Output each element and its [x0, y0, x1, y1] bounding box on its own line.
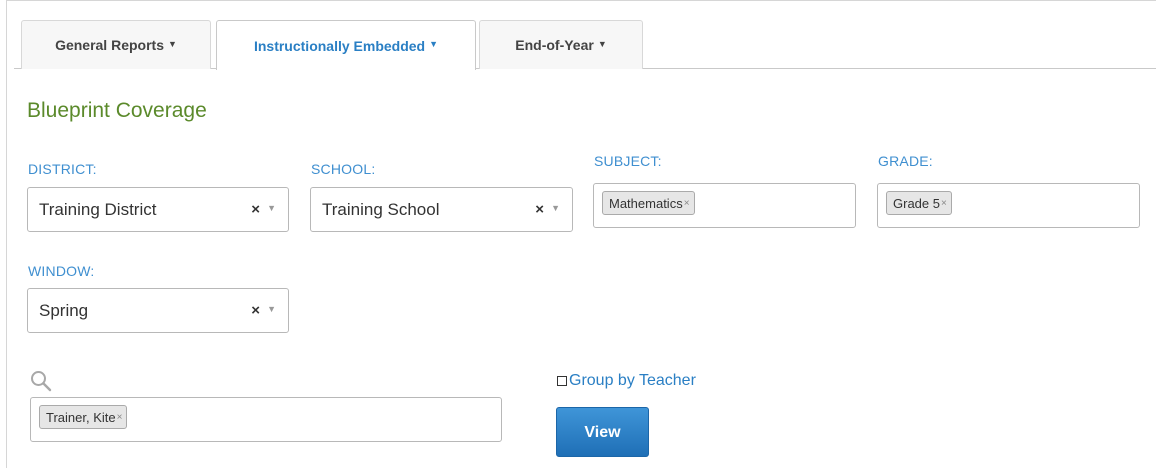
group-by-teacher-checkbox[interactable]: Group by Teacher [557, 372, 696, 390]
chip-label: Grade 5 [893, 195, 940, 211]
school-label: SCHOOL: [311, 161, 376, 177]
group-by-teacher-label: Group by Teacher [569, 372, 696, 389]
search-icon [30, 370, 52, 397]
tab-label: End-of-Year [515, 37, 594, 53]
remove-icon[interactable]: × [941, 198, 947, 209]
chevron-down-icon[interactable]: ▼ [267, 304, 276, 314]
page-title: Blueprint Coverage [27, 99, 207, 122]
chevron-down-icon[interactable]: ▼ [551, 203, 560, 213]
chip-label: Trainer, Kite [46, 409, 116, 425]
report-tabs: General Reports ▼ Instructionally Embedd… [14, 20, 1156, 70]
clear-icon[interactable]: × [251, 302, 260, 319]
tab-end-of-year[interactable]: End-of-Year ▼ [479, 20, 643, 69]
grade-chip[interactable]: Grade 5 × [886, 191, 952, 215]
teacher-search-input[interactable]: Trainer, Kite × [30, 397, 502, 442]
subject-multiselect[interactable]: Mathematics × [593, 183, 856, 228]
view-button[interactable]: View [556, 407, 649, 457]
grade-multiselect[interactable]: Grade 5 × [877, 183, 1140, 228]
window-select[interactable]: Spring × ▼ [27, 288, 289, 333]
checkbox-icon[interactable] [557, 376, 567, 386]
subject-label: SUBJECT: [594, 153, 662, 169]
clear-icon[interactable]: × [535, 201, 544, 218]
teacher-chip[interactable]: Trainer, Kite × [39, 405, 128, 429]
school-select[interactable]: Training School × ▼ [310, 187, 573, 232]
tab-general-reports[interactable]: General Reports ▼ [21, 20, 211, 69]
caret-down-icon: ▼ [168, 38, 177, 49]
subject-chip[interactable]: Mathematics × [602, 191, 695, 215]
grade-label: GRADE: [878, 153, 933, 169]
remove-icon[interactable]: × [684, 198, 690, 209]
tab-label: General Reports [55, 37, 164, 53]
caret-down-icon: ▼ [429, 39, 439, 49]
tab-label: Instructionally Embedded [253, 37, 426, 54]
clear-icon[interactable]: × [251, 201, 260, 218]
caret-down-icon: ▼ [597, 38, 607, 49]
window-label: WINDOW: [28, 263, 95, 279]
district-label: DISTRICT: [28, 161, 97, 177]
remove-icon[interactable]: × [117, 412, 123, 423]
chip-label: Mathematics [609, 195, 683, 211]
chevron-down-icon[interactable]: ▼ [267, 203, 276, 213]
district-select[interactable]: Training District × ▼ [27, 187, 289, 232]
tab-instructionally-embedded[interactable]: Instructionally Embedded ▼ [216, 20, 476, 70]
